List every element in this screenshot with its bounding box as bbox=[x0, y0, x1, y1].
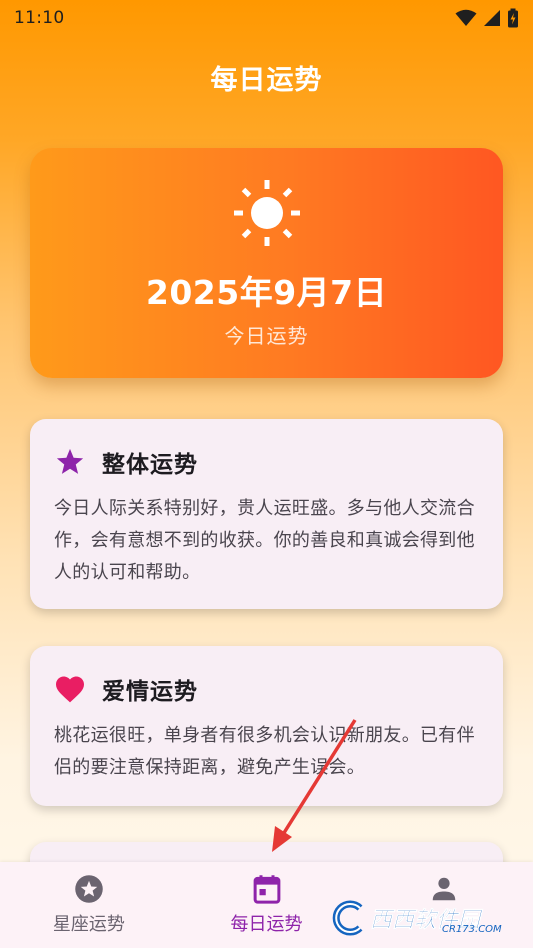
nav-label: 星座运势 bbox=[52, 914, 125, 935]
watermark-subtext: CR173.COM bbox=[442, 924, 502, 935]
card-header: 整体运势 bbox=[54, 445, 479, 479]
date-text: 2025年9月7日 bbox=[145, 273, 388, 312]
status-icons bbox=[455, 8, 519, 28]
sun-icon bbox=[233, 180, 300, 246]
date-subtitle: 今日运势 bbox=[224, 324, 309, 348]
wifi-icon bbox=[455, 9, 477, 26]
date-card: 2025年9月7日 今日运势 bbox=[30, 148, 503, 378]
status-bar: 11:10 bbox=[0, 0, 533, 36]
calendar-icon bbox=[253, 875, 280, 904]
watermark-logo: 西西软件园 CR173.COM bbox=[330, 896, 526, 940]
star-icon bbox=[54, 446, 86, 478]
watermark-c-icon bbox=[332, 900, 363, 936]
card-header: 爱情运势 bbox=[54, 672, 479, 706]
overall-fortune-card: 整体运势 今日人际关系特别好，贵人运旺盛。多与他人交流合作，会有意想不到的收获。… bbox=[30, 419, 503, 609]
card-body: 桃花运很旺，单身者有很多机会认识新朋友。已有伴侣的要注意保持距离，避免产生误会。 bbox=[54, 725, 475, 778]
nav-label: 每日运势 bbox=[230, 914, 303, 935]
page-title: 每日运势 bbox=[210, 65, 323, 96]
love-fortune-card: 爱情运势 桃花运很旺，单身者有很多机会认识新朋友。已有伴侣的要注意保持距离，避免… bbox=[30, 646, 503, 806]
status-time: 11:10 bbox=[14, 8, 65, 28]
star-circle-icon bbox=[75, 875, 103, 903]
card-title: 爱情运势 bbox=[102, 679, 198, 705]
signal-icon bbox=[484, 10, 500, 26]
nav-item-constellation[interactable]: 星座运势 bbox=[0, 862, 178, 948]
nav-item-daily-fortune[interactable]: 每日运势 bbox=[178, 862, 356, 948]
heart-icon bbox=[54, 673, 86, 705]
battery-icon bbox=[508, 8, 518, 28]
card-body: 今日人际关系特别好，贵人运旺盛。多与他人交流合作，会有意想不到的收获。你的善良和… bbox=[54, 498, 475, 583]
card-title: 整体运势 bbox=[102, 452, 198, 478]
